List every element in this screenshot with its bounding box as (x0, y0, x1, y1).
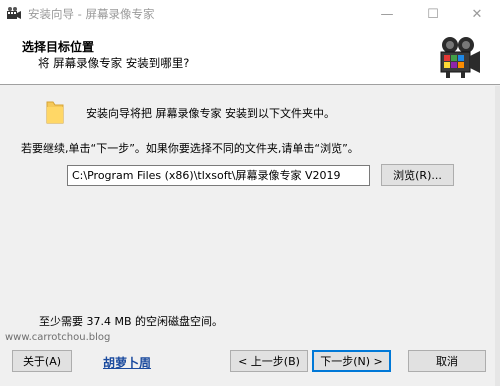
film-camera-icon (6, 6, 22, 22)
cancel-button[interactable]: 取消 (408, 350, 486, 372)
next-button[interactable]: 下一步(N) > (312, 350, 391, 372)
maximize-button[interactable]: ☐ (410, 0, 456, 28)
browse-button[interactable]: 浏览(R)... (381, 164, 454, 186)
intro-text: 安装向导将把 屏幕录像专家 安装到以下文件夹中。 (86, 107, 335, 120)
instruction-text: 若要继续,单击“下一步”。如果你要选择不同的文件夹,请单击“浏览”。 (21, 142, 359, 155)
folder-icon (45, 99, 65, 125)
page-subtitle: 将 屏幕录像专家 安装到哪里? (38, 56, 190, 70)
installer-window: 安装向导 - 屏幕录像专家 — ☐ ✕ 选择目标位置 将 屏幕录像专家 安装到哪… (0, 0, 500, 386)
window-edge (495, 86, 500, 386)
destination-path-input[interactable]: C:\Program Files (x86)\tlxsoft\屏幕录像专家 V2… (67, 165, 370, 186)
title-bar: 安装向导 - 屏幕录像专家 — ☐ ✕ (0, 0, 500, 28)
wizard-header: 选择目标位置 将 屏幕录像专家 安装到哪里? (0, 28, 500, 85)
close-button[interactable]: ✕ (454, 0, 500, 28)
author-link[interactable]: 胡萝卜周 (103, 354, 151, 371)
minimize-button[interactable]: — (364, 0, 410, 28)
about-button[interactable]: 关于(A) (12, 350, 72, 372)
disk-space-text: 至少需要 37.4 MB 的空闲磁盘空间。 (39, 315, 224, 328)
page-title: 选择目标位置 (22, 40, 95, 54)
window-title: 安装向导 - 屏幕录像专家 (28, 7, 155, 21)
watermark-text: www.carrotchou.blog (5, 332, 111, 343)
back-button[interactable]: < 上一步(B) (230, 350, 308, 372)
video-camera-icon (436, 34, 482, 80)
